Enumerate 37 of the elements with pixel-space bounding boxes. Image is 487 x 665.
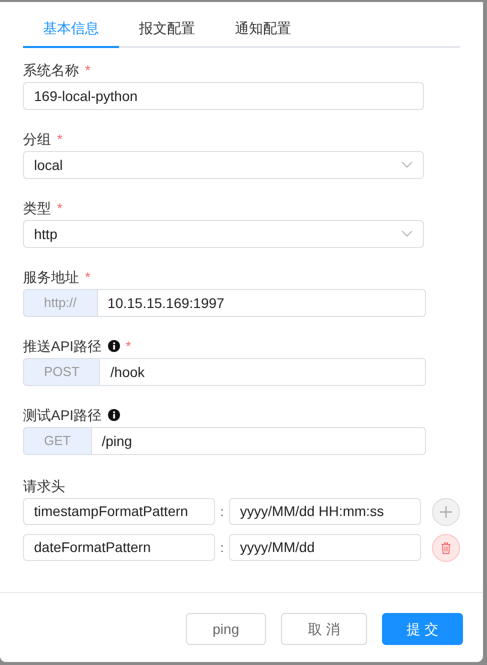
required-asterisk: * <box>126 336 132 356</box>
required-asterisk: * <box>85 268 90 286</box>
field-label: 分组 <box>23 130 51 148</box>
required-asterisk: * <box>57 130 62 148</box>
separator: : <box>219 538 225 557</box>
input-prefix: POST <box>23 358 100 386</box>
required-asterisk: * <box>57 198 62 218</box>
separator: : <box>219 502 225 521</box>
tab[interactable]: 报文配置 <box>119 10 215 48</box>
field-label: 推送API路径 <box>23 336 102 356</box>
header-value-field[interactable]: yyyy/MM/dd HH:mm:ss <box>229 498 422 525</box>
field-label: 请求头 <box>23 477 66 492</box>
header-key-field[interactable]: timestampFormatPattern <box>23 498 216 525</box>
input-field[interactable]: /hook <box>100 358 426 386</box>
field-label: 系统名称 <box>23 60 79 80</box>
delete-button[interactable] <box>432 534 460 562</box>
chevron-down-icon <box>401 161 413 169</box>
chevron-down-icon <box>401 230 413 238</box>
plus-icon <box>440 506 452 518</box>
tab[interactable]: 通知配置 <box>215 10 311 48</box>
dialog-button[interactable]: ping <box>186 613 266 645</box>
header-key-field[interactable]: dateFormatPattern <box>23 534 216 561</box>
select-field[interactable]: http <box>23 220 424 248</box>
input-prefix: http:// <box>23 289 98 317</box>
trash-icon <box>441 542 452 554</box>
header-value-field[interactable]: yyyy/MM/dd <box>229 534 422 561</box>
field-label: 服务地址 <box>23 268 79 286</box>
input-prefix: GET <box>23 427 92 455</box>
dialog-button[interactable]: 取 消 <box>281 613 367 645</box>
field-label: 类型 <box>23 198 51 218</box>
input-field[interactable]: /ping <box>92 427 426 455</box>
required-asterisk: * <box>85 60 90 80</box>
select-field[interactable]: local <box>23 151 424 179</box>
input-field[interactable]: 10.15.15.169:1997 <box>98 289 426 317</box>
text-field[interactable]: 169-local-python <box>23 82 424 110</box>
field-label: 测试API路径 <box>23 406 102 424</box>
add-button[interactable] <box>432 498 460 526</box>
